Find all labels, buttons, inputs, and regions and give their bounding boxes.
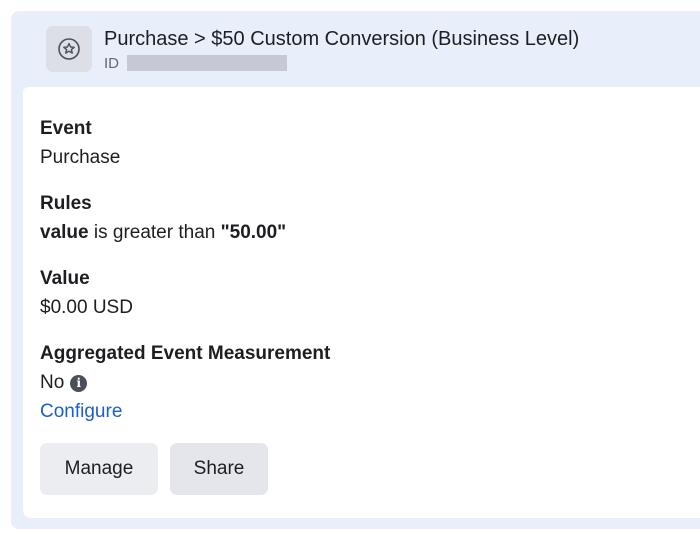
panel-header: Purchase > $50 Custom Conversion (Busine… (11, 11, 700, 87)
aem-value: No (40, 372, 65, 393)
star-circle-icon (46, 26, 92, 72)
manage-button[interactable]: Manage (40, 443, 158, 495)
rules-value: value is greater than "50.00" (40, 221, 286, 245)
details-card: Event Purchase Rules value is greater th… (23, 87, 700, 518)
aem-label: Aggregated Event Measurement (40, 343, 331, 364)
rule-threshold: "50.00" (220, 222, 287, 243)
value-amount: $0.00 USD (40, 297, 133, 318)
custom-conversion-panel: Purchase > $50 Custom Conversion (Busine… (11, 11, 700, 529)
id-label: ID (104, 54, 119, 72)
event-value: Purchase (40, 147, 121, 168)
rule-field: value (40, 222, 89, 243)
rule-operator: is greater than (88, 222, 221, 243)
aem-status-row: No i (40, 371, 88, 395)
conversion-id-row: ID (104, 53, 287, 73)
configure-link[interactable]: Configure (40, 400, 122, 424)
info-icon[interactable]: i (70, 374, 88, 392)
page-title: Purchase > $50 Custom Conversion (Busine… (104, 28, 580, 50)
event-label: Event (40, 118, 92, 139)
share-button[interactable]: Share (170, 443, 268, 495)
value-label: Value (40, 268, 90, 289)
rules-label: Rules (40, 193, 92, 214)
id-value-redacted (127, 55, 287, 71)
